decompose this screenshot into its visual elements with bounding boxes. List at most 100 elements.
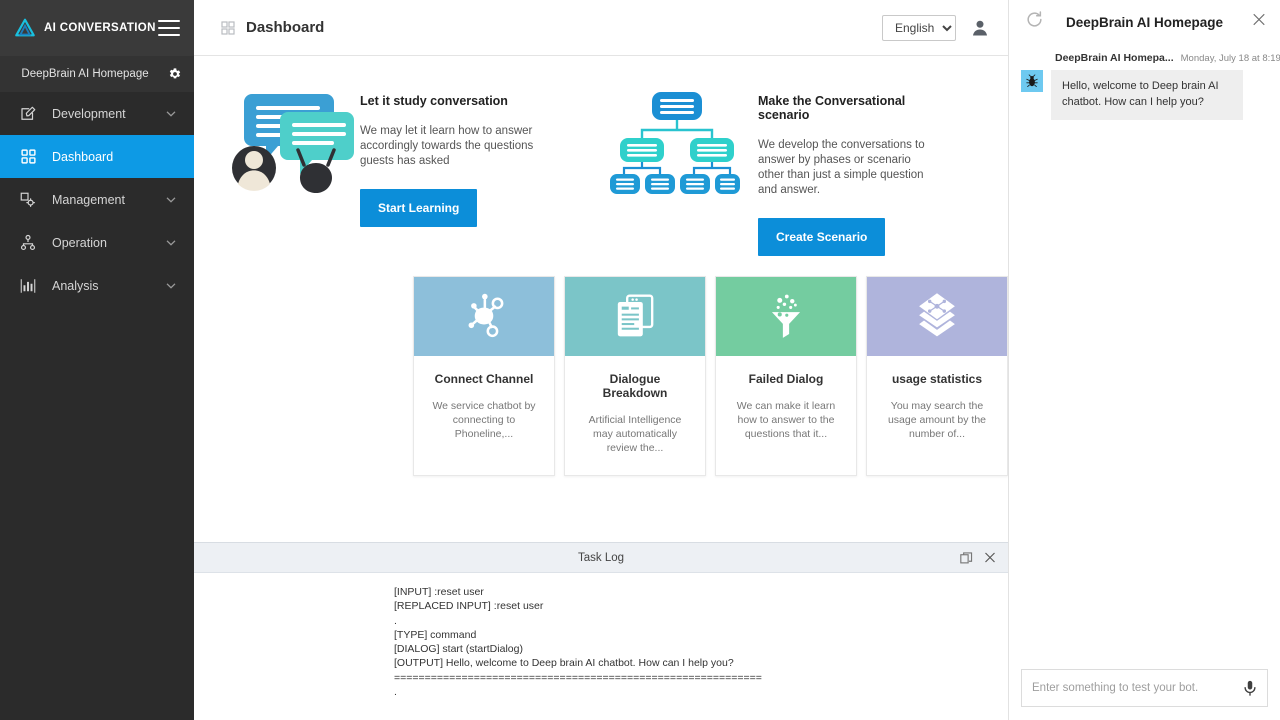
hamburger-bar	[158, 27, 180, 29]
card-header	[414, 276, 554, 356]
network-nodes-icon	[468, 294, 504, 338]
promo-desc: We may let it learn how to answer accord…	[360, 125, 534, 167]
grid-squares-icon	[18, 147, 38, 167]
promo-body: Make the Conversational scenario We deve…	[758, 86, 940, 256]
card-connect-channel[interactable]: Connect Channel We service chatbot by co…	[413, 275, 555, 477]
stacked-layers-icon	[919, 293, 955, 337]
card-dialogue-breakdown[interactable]: Dialogue Breakdown Artificial Intelligen…	[564, 275, 706, 477]
chat-bubbles-illustration	[220, 86, 360, 201]
card-body: usage statistics You may search the usag…	[867, 356, 1007, 462]
sidebar-item-label: Management	[52, 192, 125, 207]
start-learning-button[interactable]: Start Learning	[360, 188, 478, 227]
sidebar-item-management[interactable]: Management	[0, 178, 194, 221]
user-avatar-icon[interactable]	[970, 17, 990, 39]
card-failed-dialog[interactable]: Failed Dialog We can make it learn how t…	[715, 275, 857, 477]
message-meta: DeepBrain AI Homepa... Monday, July 18 a…	[1021, 52, 1280, 64]
promo-card-conversational-scenario: Make the Conversational scenario We deve…	[610, 86, 940, 256]
sidebar-item-operation[interactable]: Operation	[0, 221, 194, 264]
chat-input-wrapper[interactable]	[1021, 669, 1268, 707]
refresh-icon[interactable]	[1025, 10, 1044, 34]
promo-body: Let it study conversation We may let it …	[360, 86, 545, 227]
topbar-right: English	[882, 14, 990, 41]
documents-icon	[617, 294, 654, 337]
bar-chart-icon	[18, 276, 38, 296]
chat-message-row: Hello, welcome to Deep brain AI chatbot.…	[1021, 70, 1268, 120]
sidebar-item-dashboard[interactable]: Dashboard	[0, 135, 194, 178]
task-log-actions	[960, 551, 996, 564]
create-scenario-button[interactable]: Create Scenario	[758, 217, 886, 256]
card-desc: We service chatbot by connecting to Phon…	[432, 399, 536, 441]
triangle-logo-icon	[15, 18, 35, 37]
promo-card-study-conversation: Let it study conversation We may let it …	[220, 86, 610, 256]
brand-name: AI CONVERSATION	[44, 22, 156, 34]
card-desc: We can make it learn how to answer to th…	[736, 399, 836, 441]
feature-cards-row: Connect Channel We service chatbot by co…	[194, 256, 1008, 477]
chat-input-bar	[1009, 656, 1280, 720]
hamburger-bar	[158, 20, 180, 22]
popout-window-icon[interactable]	[960, 551, 973, 564]
chevron-down-icon	[166, 110, 176, 117]
grid-squares-icon	[221, 20, 235, 35]
hamburger-menu-icon[interactable]	[158, 20, 180, 36]
sidebar-item-label: Development	[52, 106, 126, 121]
card-title: Failed Dialog	[748, 371, 824, 386]
square-gear-icon	[18, 190, 38, 210]
promo-title: Make the Conversational scenario	[758, 94, 906, 122]
card-usage-statistics[interactable]: usage statistics You may search the usag…	[866, 275, 1008, 477]
page-title: Dashboard	[246, 19, 325, 36]
sidebar: AI CONVERSATION DeepBrain AI Homepage De…	[0, 0, 194, 720]
message-timestamp: Monday, July 18 at 8:19 PM	[1180, 53, 1280, 64]
page-title-group: Dashboard	[220, 19, 324, 36]
card-header	[867, 276, 1007, 356]
task-log-output: [INPUT] :reset user [REPLACED INPUT] :re…	[194, 573, 1008, 720]
chat-test-panel: DeepBrain AI Homepage DeepBrain AI Homep…	[1008, 0, 1280, 720]
gear-icon[interactable]	[167, 67, 182, 82]
task-log-title: Task Log	[577, 551, 625, 564]
chevron-down-icon	[166, 282, 176, 289]
app-root: AI CONVERSATION DeepBrain AI Homepage De…	[0, 0, 1280, 720]
chat-message-bubble: Hello, welcome to Deep brain AI chatbot.…	[1051, 70, 1243, 120]
pencil-square-icon	[18, 104, 38, 124]
card-header	[716, 276, 856, 356]
promo-title: Let it study conversation	[360, 94, 508, 108]
close-icon[interactable]	[984, 552, 996, 564]
dashboard-content: Let it study conversation We may let it …	[194, 56, 1008, 542]
sidebar-item-label: Analysis	[52, 278, 99, 293]
funnel-icon	[771, 294, 801, 339]
microphone-icon[interactable]	[1241, 678, 1259, 698]
brand-name-rest: CONVERSATION	[59, 22, 156, 34]
promo-row: Let it study conversation We may let it …	[194, 56, 1008, 256]
card-header	[565, 276, 705, 356]
bug-icon	[1021, 70, 1043, 92]
main-area: Dashboard English Let it study conversat…	[194, 0, 1008, 720]
sidebar-item-development[interactable]: Development	[0, 92, 194, 135]
close-icon[interactable]	[1252, 13, 1266, 32]
brand-name-bold: AI	[44, 22, 57, 34]
hamburger-bar	[158, 34, 180, 36]
chevron-down-icon	[166, 239, 176, 246]
card-title: usage statistics	[891, 371, 983, 386]
chat-input[interactable]	[1032, 682, 1241, 694]
brand-bar: AI CONVERSATION	[0, 0, 194, 56]
sidebar-nav: Development Dashboard Management Operati…	[0, 92, 194, 307]
chat-messages: DeepBrain AI Homepa... Monday, July 18 a…	[1009, 44, 1280, 656]
sidebar-item-label: Operation	[52, 235, 107, 250]
sidebar-item-analysis[interactable]: Analysis	[0, 264, 194, 307]
language-select[interactable]: English	[882, 14, 956, 41]
org-tree-icon	[18, 233, 38, 253]
scenario-tree-illustration	[610, 86, 758, 198]
card-title: Dialogue Breakdown	[602, 371, 668, 400]
task-log-header: Task Log	[194, 543, 1008, 573]
chat-title: DeepBrain AI Homepage	[1065, 14, 1224, 30]
promo-desc: We develop the conversations to answer b…	[758, 139, 925, 196]
sidebar-item-label: Dashboard	[52, 149, 114, 164]
card-desc: You may search the usage amount by the n…	[887, 399, 987, 441]
sidebar-homepage-label: DeepBrain AI Homepage	[21, 68, 149, 80]
card-body: Failed Dialog We can make it learn how t…	[716, 356, 856, 462]
task-log-panel: Task Log [INPUT] :reset user [REPLACED I…	[194, 542, 1008, 720]
card-title: Connect Channel	[434, 371, 534, 386]
topbar: Dashboard English	[194, 0, 1008, 56]
sidebar-homepage-row[interactable]: DeepBrain AI Homepage	[0, 56, 194, 92]
chevron-down-icon	[166, 196, 176, 203]
message-sender: DeepBrain AI Homepa...	[1055, 52, 1174, 64]
